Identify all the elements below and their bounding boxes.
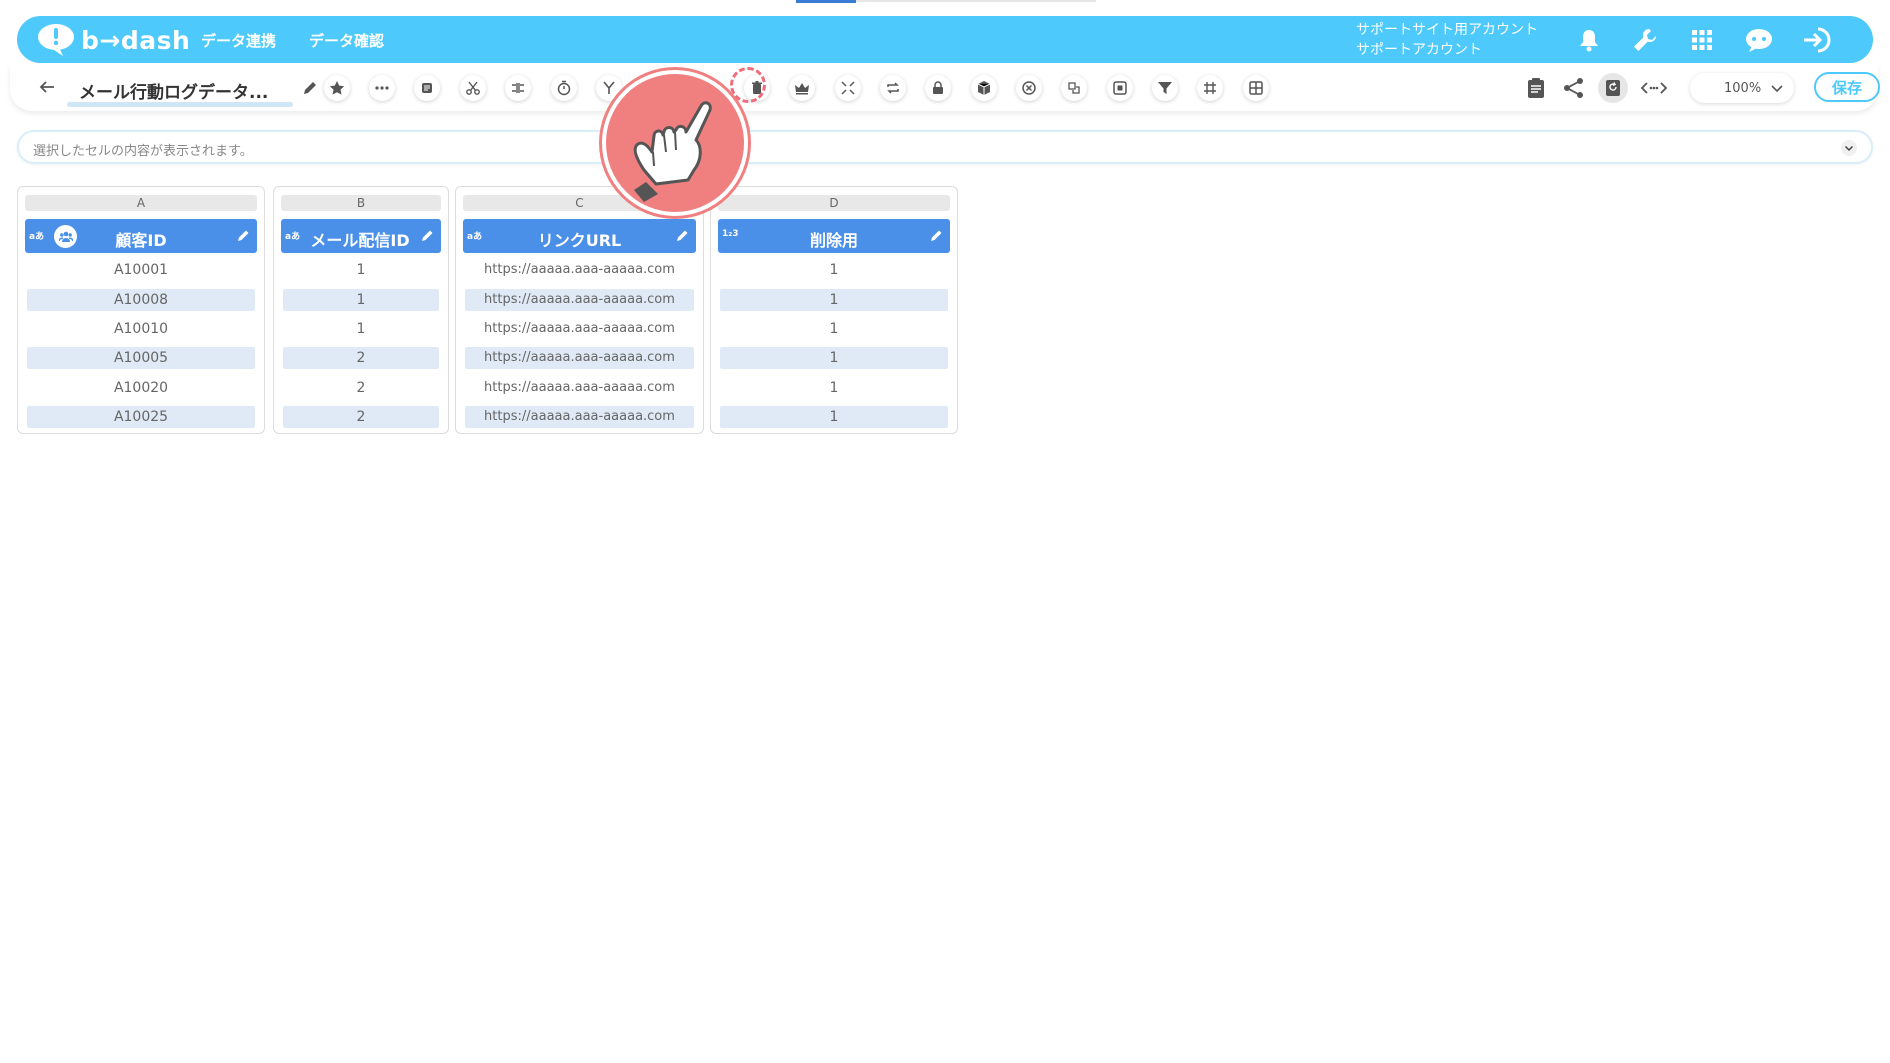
table-cell[interactable]: A10010 [27,318,255,340]
hash-grid-icon[interactable] [1197,75,1223,101]
dataset-title-box[interactable]: メール行動ログデータ... [67,74,297,107]
cell-content-bar[interactable]: 選択したセルの内容が表示されます。 [17,130,1873,164]
table-cell[interactable]: https://aaaaa.aaa-aaaaa.com [465,347,694,369]
apps-grid-icon[interactable] [1687,26,1717,54]
bell-icon[interactable] [1574,26,1604,54]
zoom-select[interactable]: 100% [1690,73,1794,103]
nav-data-check[interactable]: データ確認 [309,30,384,51]
clipboard-icon[interactable] [1522,75,1550,101]
repeat-icon[interactable] [880,75,906,101]
account-line2: サポートアカウント [1356,42,1482,58]
logo[interactable]: b→dash [37,22,190,58]
table-cell[interactable]: A10020 [27,377,255,399]
column-d: D 1₂3 削除用 1 1 1 1 1 1 [710,186,958,434]
table-cell[interactable]: 2 [283,347,439,369]
logo-text: b→dash [81,25,191,55]
table-cell[interactable]: A10008 [27,289,255,311]
cell-content-placeholder: 選択したセルの内容が表示されます。 [33,144,253,159]
timer-icon[interactable] [551,75,577,101]
column-a: A aあ 顧客ID A10001 A10008 A10010 A10005 A1… [17,186,265,434]
wrench-icon[interactable] [1630,26,1660,54]
package-icon[interactable] [971,75,997,101]
back-arrow-icon[interactable] [36,76,58,98]
chevron-down-icon [1771,85,1783,93]
table-cell[interactable]: https://aaaaa.aaa-aaaaa.com [465,289,694,311]
pencil-icon[interactable] [421,228,435,242]
table-cell[interactable]: 1 [283,259,439,281]
column-title: 顧客ID [115,231,167,250]
table-cell[interactable]: 2 [283,377,439,399]
expand-icon[interactable] [835,75,861,101]
column-c: C aあ リンクURL https://aaaaa.aaa-aaaaa.com … [455,186,704,434]
column-header[interactable]: aあ リンクURL [463,219,696,253]
translate-icon[interactable] [1061,75,1087,101]
toolbar: メール行動ログデータ... 100% 保存 [10,63,1880,111]
table-cell[interactable]: A10025 [27,406,255,428]
share-icon[interactable] [1560,75,1588,101]
dataset-title: メール行動ログデータ... [79,83,269,103]
table-grid-icon[interactable] [1243,75,1269,101]
speech-bubble-icon [38,24,74,56]
title-underline [67,102,293,107]
expand-chevron-icon[interactable] [1841,140,1857,156]
table-cell[interactable]: 1 [720,289,948,311]
column-letter[interactable]: B [281,195,441,211]
table-cell[interactable]: 1 [720,377,948,399]
account-info[interactable]: サポートサイト用アカウント サポートアカウント [1356,20,1538,60]
merge-columns-icon[interactable] [505,75,531,101]
column-header[interactable]: aあ 顧客ID [25,219,257,253]
table-cell[interactable]: 1 [720,347,948,369]
top-scroll-indicator [796,0,856,3]
table-cell[interactable]: https://aaaaa.aaa-aaaaa.com [465,318,694,340]
square-frame-icon[interactable] [1107,75,1133,101]
save-button[interactable]: 保存 [1814,72,1880,102]
table-cell[interactable]: 1 [720,259,948,281]
more-dots-icon[interactable] [369,75,395,101]
column-b: B aあ メール配信ID 1 1 1 2 2 2 [273,186,449,434]
lock-convert-icon[interactable] [925,75,951,101]
refresh-icon[interactable] [1598,73,1628,103]
table-cell[interactable]: https://aaaaa.aaa-aaaaa.com [465,377,694,399]
cancel-circle-icon[interactable] [1016,75,1042,101]
table-cell[interactable]: https://aaaaa.aaa-aaaaa.com [465,406,694,428]
nav-data-integration[interactable]: データ連携 [201,30,276,51]
column-title: 削除用 [809,231,858,250]
pencil-icon[interactable] [302,80,318,96]
column-letter[interactable]: D [718,195,950,211]
text-lines-icon[interactable] [414,75,440,101]
code-arrows-icon[interactable] [1637,75,1671,101]
table-cell[interactable]: 1 [283,289,439,311]
table-cell[interactable]: 1 [283,318,439,340]
table-cell[interactable]: 1 [720,406,948,428]
string-type-label: aあ [285,232,301,242]
filter-icon[interactable] [1152,75,1178,101]
pencil-icon[interactable] [676,228,690,242]
crown-icon[interactable] [789,75,815,101]
scissors-icon[interactable] [460,75,486,101]
table-cell[interactable]: https://aaaaa.aaa-aaaaa.com [465,259,694,281]
logout-icon[interactable] [1802,26,1832,54]
table-cell[interactable]: 2 [283,406,439,428]
column-title: リンクURL [537,231,622,250]
column-letter[interactable]: A [25,195,257,211]
favorite-star-icon[interactable] [324,75,350,101]
column-header[interactable]: 1₂3 削除用 [718,219,950,253]
pencil-icon[interactable] [237,228,251,242]
zoom-value: 100% [1724,80,1762,96]
pointing-hand-icon [602,70,748,216]
column-header[interactable]: aあ メール配信ID [281,219,441,253]
column-title: メール配信ID [310,231,410,250]
top-scroll-track [856,0,1096,2]
table-cell[interactable]: A10001 [27,259,255,281]
account-line1: サポートサイト用アカウント [1356,22,1538,38]
app-header: b→dash データ連携 データ確認 サポートサイト用アカウント サポートアカウ… [17,16,1873,63]
table-cell[interactable]: A10005 [27,347,255,369]
pencil-icon[interactable] [930,228,944,242]
chat-support-icon[interactable] [1744,26,1774,54]
table-cell[interactable]: 1 [720,318,948,340]
